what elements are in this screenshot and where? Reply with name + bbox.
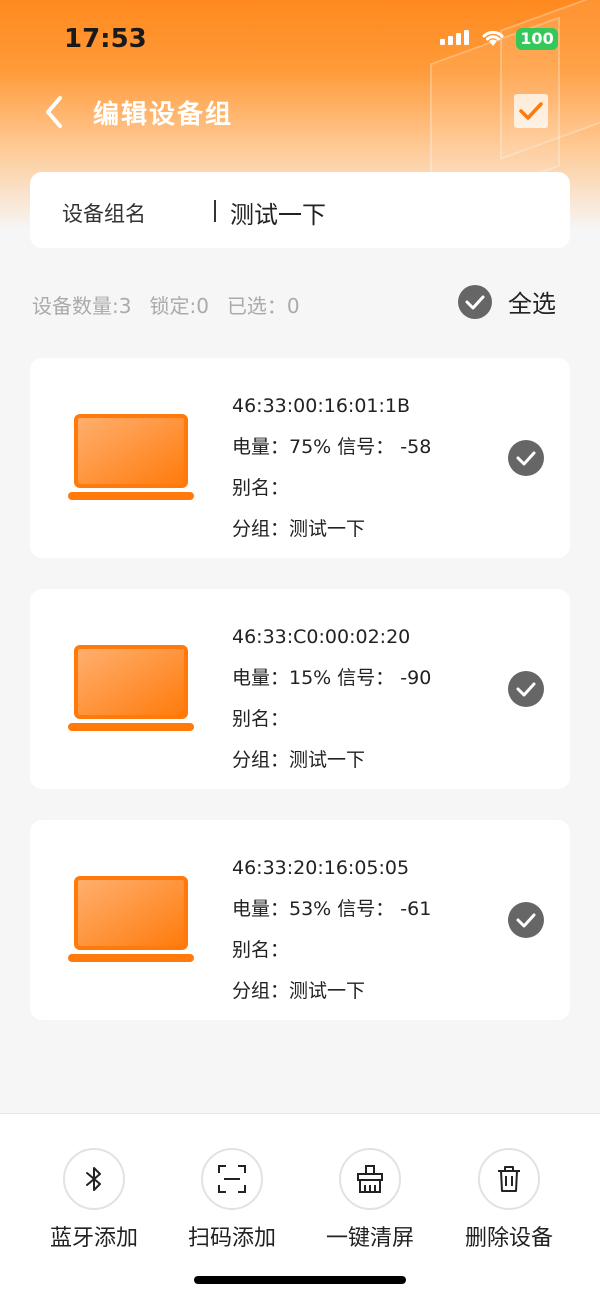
device-mac: 46:33:C0:00:02:20 [232,626,411,648]
action-label: 蓝牙添加 [49,1226,138,1251]
device-alias: 别名： [232,939,290,961]
trash-icon [498,1166,520,1192]
bluetooth-icon [86,1167,101,1191]
check-circle-icon[interactable] [508,671,544,707]
device-count: 设备数量:3 [32,294,132,318]
scan-add-button[interactable]: 扫码添加 [172,1148,292,1252]
check-circle-icon[interactable] [508,902,544,938]
battery-indicator: 100 [516,28,558,50]
bottom-action-bar: 蓝牙添加 扫码添加 一键清屏 删除设备 [0,1113,600,1299]
device-card[interactable]: 46:33:20:16:05:05 电量：53% 信号： -61 别名： 分组：… [30,820,570,1020]
back-icon[interactable] [40,92,70,132]
action-label: 扫码添加 [187,1226,276,1251]
scan-icon [218,1165,246,1193]
nav-bar: 编辑设备组 [0,84,600,138]
laptop-icon [68,645,194,731]
device-summary: 设备数量:3 锁定:0 已选：0 [32,290,318,319]
select-all-label: 全选 [508,290,556,318]
device-alias: 别名： [232,477,290,499]
device-stats: 电量：53% 信号： -61 [232,898,432,920]
text-cursor [214,200,216,222]
status-bar: 17:53 100 [0,0,600,80]
laptop-icon [68,414,194,500]
wifi-icon [482,30,504,46]
device-card[interactable]: 46:33:C0:00:02:20 电量：15% 信号： -90 别名： 分组：… [30,589,570,789]
device-alias: 别名： [232,708,290,730]
check-circle-icon [458,284,492,319]
device-stats: 电量：75% 信号： -58 [232,436,432,458]
clear-screen-icon [357,1165,383,1193]
check-icon [519,102,543,120]
laptop-icon [68,876,194,962]
status-time: 17:53 [64,24,147,54]
clear-screen-button[interactable]: 一键清屏 [310,1148,430,1252]
device-group: 分组：测试一下 [232,980,366,1002]
selected-count: 已选：0 [226,294,300,318]
select-all-toggle[interactable]: 全选 [458,284,556,319]
group-name-label: 设备组名 [62,202,146,226]
confirm-button[interactable] [514,94,548,128]
cellular-signal-icon [440,30,469,45]
check-circle-icon[interactable] [508,440,544,476]
delete-device-button[interactable]: 删除设备 [449,1148,569,1252]
home-indicator [194,1276,406,1284]
device-mac: 46:33:00:16:01:1B [232,395,411,417]
device-mac: 46:33:20:16:05:05 [232,857,410,879]
group-name-card: 设备组名 测试一下 [30,172,570,248]
action-label: 删除设备 [464,1226,553,1251]
bluetooth-add-button[interactable]: 蓝牙添加 [34,1148,154,1252]
device-stats: 电量：15% 信号： -90 [232,667,432,689]
action-label: 一键清屏 [325,1226,414,1251]
device-group: 分组：测试一下 [232,749,366,771]
group-name-input[interactable]: 测试一下 [230,195,326,230]
device-group: 分组：测试一下 [232,518,366,540]
device-card[interactable]: 46:33:00:16:01:1B 电量：75% 信号： -58 别名： 分组：… [30,358,570,558]
page-title: 编辑设备组 [93,100,234,130]
locked-count: 锁定:0 [149,294,209,318]
